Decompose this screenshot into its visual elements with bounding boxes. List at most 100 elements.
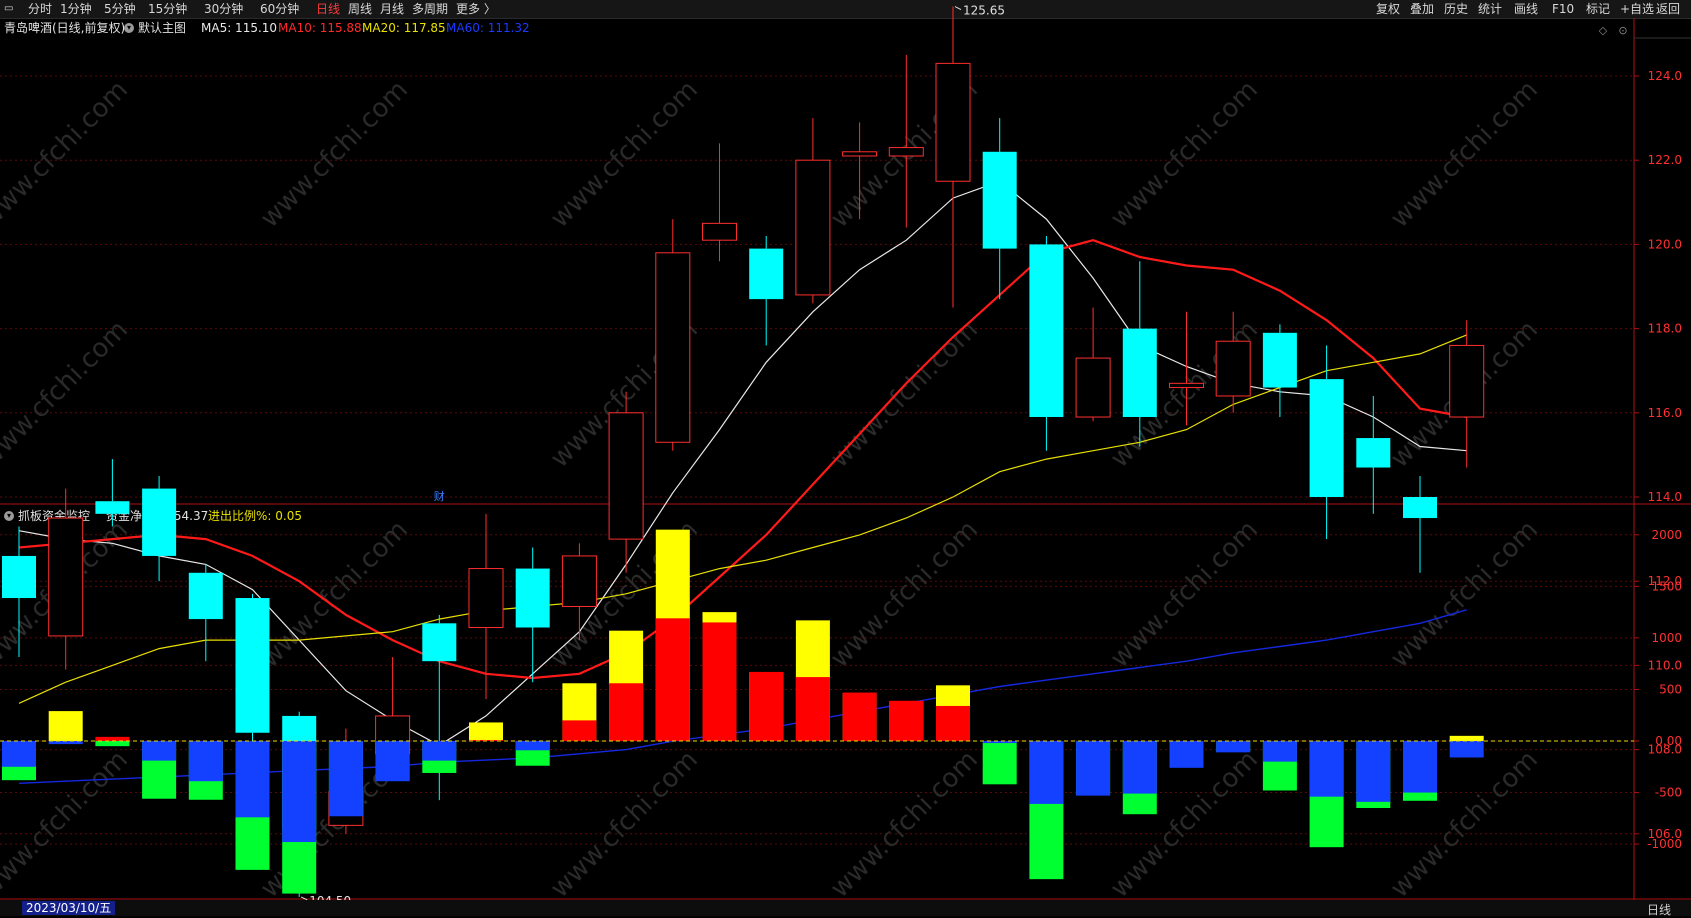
flow-bar[interactable] <box>889 700 924 741</box>
flow-bar[interactable] <box>1449 735 1484 758</box>
watermark-2: www.cfchi.com <box>545 75 704 234</box>
watermark-12: www.cfchi.com <box>255 515 414 674</box>
candle[interactable] <box>749 235 784 346</box>
flow-tick-label-6: -1000 <box>1647 837 1682 851</box>
candle[interactable] <box>1449 320 1485 468</box>
financial-event-marker[interactable]: 财 <box>434 489 445 503</box>
high-pointer <box>954 6 962 10</box>
candle-body-down <box>2 555 36 599</box>
flow-bar[interactable] <box>48 711 83 745</box>
flow-tick-label-1: 1500 <box>1651 579 1682 593</box>
flow-bar[interactable] <box>982 741 1017 785</box>
flow-bar[interactable] <box>422 741 457 773</box>
flow-bar[interactable] <box>1403 741 1437 801</box>
flow-tick-label-5: -500 <box>1655 786 1682 800</box>
flow-bar[interactable] <box>375 741 410 782</box>
flow-bar-inner <box>1169 741 1204 768</box>
flow-bar[interactable] <box>95 736 130 747</box>
flow-bar[interactable] <box>842 692 877 741</box>
price-tick-label-2: 120.0 <box>1648 237 1682 251</box>
flow-bar[interactable] <box>702 612 737 741</box>
flow-bar[interactable] <box>749 671 784 741</box>
candle[interactable] <box>935 6 971 308</box>
flow-bar[interactable] <box>562 683 597 741</box>
candle-body-up <box>468 568 504 629</box>
flow-bar[interactable] <box>328 741 363 817</box>
candle[interactable] <box>1075 307 1111 422</box>
flow-bar[interactable] <box>1029 741 1064 880</box>
flow-bar[interactable] <box>936 685 970 741</box>
flow-bar[interactable] <box>282 741 317 894</box>
watermark-6: www.cfchi.com <box>0 315 134 474</box>
candle[interactable] <box>95 459 130 527</box>
watermark-16: www.cfchi.com <box>1385 515 1544 674</box>
candle[interactable] <box>795 118 831 304</box>
candle[interactable] <box>235 593 270 746</box>
candle[interactable] <box>702 143 737 262</box>
candle[interactable] <box>1356 395 1391 514</box>
watermark-5: www.cfchi.com <box>1385 75 1544 234</box>
flow-bar-inner <box>375 741 410 782</box>
flow-bar[interactable] <box>655 529 690 741</box>
diamond-icon: ◇ <box>1599 24 1608 37</box>
flow-bar-inner <box>842 692 877 741</box>
candle[interactable] <box>1029 235 1064 451</box>
flow-bar[interactable] <box>1356 741 1391 809</box>
flow-bar[interactable] <box>1169 741 1204 768</box>
flow-bar[interactable] <box>188 741 223 800</box>
flow-bar[interactable] <box>235 741 270 870</box>
flow-bar-inner <box>1309 741 1344 797</box>
watermark-15: www.cfchi.com <box>1105 515 1264 674</box>
candle-body-up <box>795 159 831 296</box>
candle-body-up <box>935 62 971 182</box>
candle[interactable] <box>188 564 223 662</box>
flow-bar-inner <box>655 618 690 741</box>
candle-body-down <box>422 623 457 662</box>
candle-body-down <box>1403 497 1437 519</box>
flow-bar[interactable] <box>2 741 36 781</box>
flow-bar-inner <box>1449 741 1484 758</box>
flow-bar-inner <box>1356 741 1391 802</box>
flow-bar[interactable] <box>1076 741 1111 796</box>
candle-body-down <box>749 248 784 300</box>
flow-bar[interactable] <box>1309 741 1344 848</box>
candle[interactable] <box>142 475 177 582</box>
flow-bar[interactable] <box>1262 741 1297 791</box>
candle-body-up <box>1449 344 1485 418</box>
flow-bar-inner <box>142 741 177 761</box>
flow-bar-inner <box>609 683 644 741</box>
candle-body-down <box>142 488 177 556</box>
price-tick-label-7: 110.0 <box>1648 658 1682 672</box>
candle[interactable] <box>982 118 1017 300</box>
candle[interactable] <box>655 219 691 451</box>
watermark-14: www.cfchi.com <box>825 515 984 674</box>
price-tick-label-1: 122.0 <box>1648 153 1682 167</box>
candle-body-down <box>1309 379 1344 497</box>
flow-bar[interactable] <box>515 741 550 766</box>
flow-bar[interactable] <box>1122 741 1157 815</box>
flow-bar[interactable] <box>609 630 644 741</box>
candle[interactable] <box>1262 324 1297 418</box>
candle-body-up <box>888 147 924 157</box>
candle[interactable] <box>515 547 550 683</box>
period-label[interactable]: 日线 <box>1647 901 1671 918</box>
target-icon: ⊙ <box>1618 24 1627 37</box>
high-price-label: 125.65 <box>963 4 1005 18</box>
chart-area[interactable]: 124.0122.0120.0118.0116.0114.0112.0110.0… <box>0 0 1691 916</box>
flow-bar[interactable] <box>795 620 830 741</box>
price-tick-label-4: 116.0 <box>1648 406 1682 420</box>
price-tick-label-0: 124.0 <box>1648 69 1682 83</box>
flow-bar-outer <box>469 722 503 741</box>
flow-bar-outer <box>1449 735 1484 741</box>
candle-body-down <box>982 151 1017 249</box>
flow-bar[interactable] <box>1216 741 1251 753</box>
flow-bar-inner <box>422 741 457 761</box>
candle[interactable] <box>48 488 84 670</box>
flow-bar[interactable] <box>469 722 503 741</box>
flow-tick-label-3: 500 <box>1659 682 1682 696</box>
watermark-7: www.cfchi.com <box>825 315 984 474</box>
candle[interactable] <box>1403 475 1437 573</box>
date-label: 2023/03/10/五 <box>22 901 116 915</box>
flow-bar[interactable] <box>142 741 177 799</box>
flow-bar-outer <box>48 711 83 741</box>
